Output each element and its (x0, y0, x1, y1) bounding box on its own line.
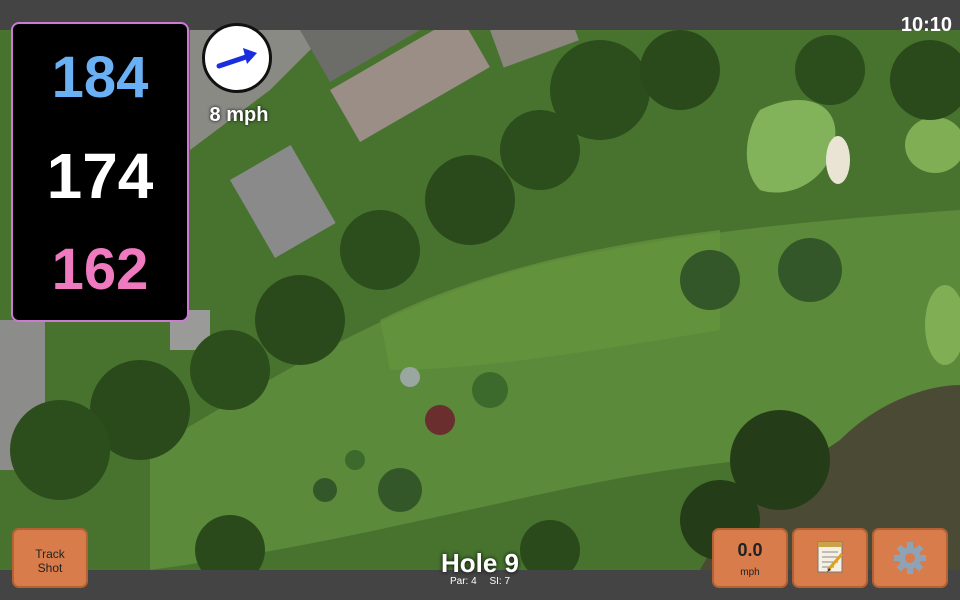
hole-title: Hole 9 (440, 548, 520, 578)
wind-indicator (202, 23, 272, 93)
hole-par: Par: 4 (449, 576, 477, 587)
notepad-icon (817, 541, 844, 573)
speed-unit: mph (740, 567, 760, 578)
track-shot-button[interactable]: Track Shot (12, 528, 88, 588)
hole-stroke-index: SI: 7 (489, 576, 511, 587)
hole-details: Par: 4 SI: 7 (380, 576, 580, 587)
back-distance: 184 (51, 45, 149, 110)
speed-value: 0.0 (737, 540, 763, 560)
middle-distance: 174 (46, 140, 154, 212)
distance-panel: 184 174 162 (11, 22, 189, 322)
track-shot-label: Track Shot (35, 547, 65, 575)
gear-icon (894, 542, 926, 574)
clock: 10:10 (900, 14, 952, 36)
front-distance: 162 (51, 237, 149, 302)
arrow-right-icon (216, 48, 257, 69)
notes-button[interactable] (792, 528, 868, 588)
settings-button[interactable] (872, 528, 948, 588)
speed-button[interactable]: 0.0 mph (712, 528, 788, 588)
wind-speed: 8 mph (209, 104, 269, 126)
